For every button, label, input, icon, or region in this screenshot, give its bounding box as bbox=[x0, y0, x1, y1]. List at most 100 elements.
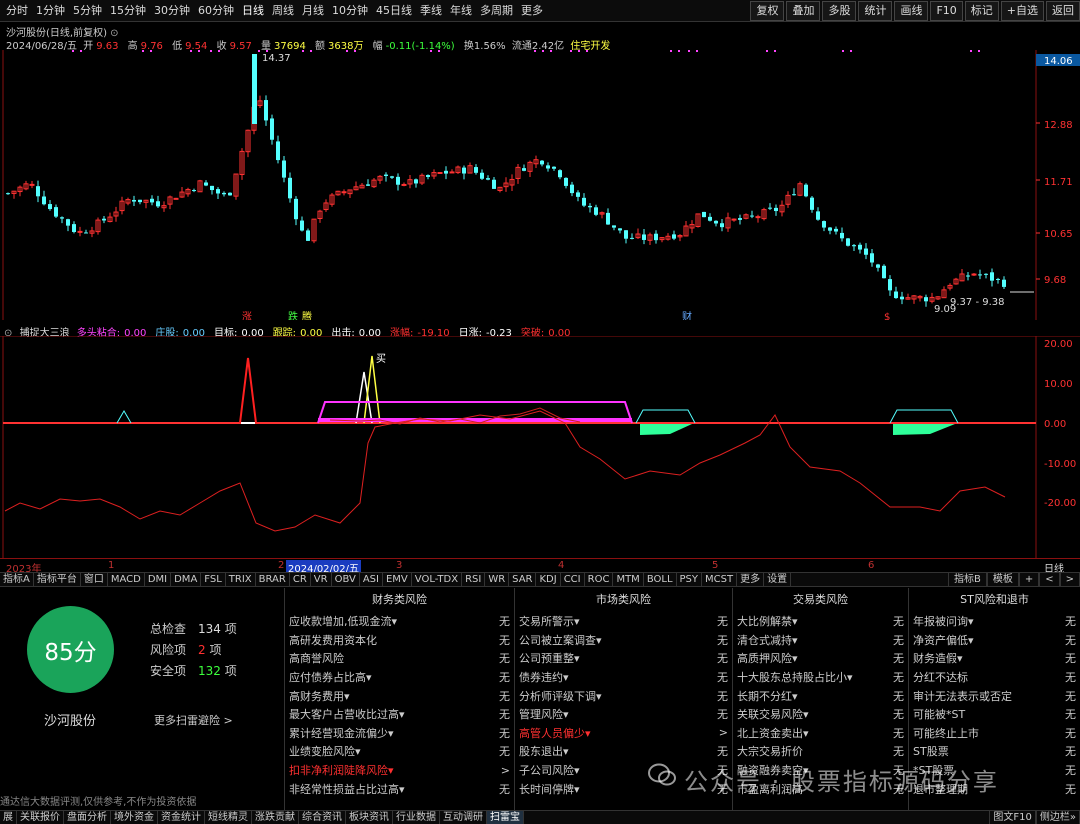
indicator-tab[interactable]: ASI bbox=[360, 573, 383, 586]
indicator-tab[interactable]: 窗口 bbox=[81, 573, 108, 586]
risk-item[interactable]: 交易所警示▾ 无 bbox=[515, 612, 732, 631]
period-tab[interactable]: 周线 bbox=[268, 0, 298, 22]
indicator-tab-right[interactable]: < bbox=[1039, 573, 1060, 586]
bottom-right-tab[interactable]: 侧边栏» bbox=[1035, 811, 1080, 824]
indicator-tab[interactable]: SAR bbox=[509, 573, 537, 586]
toolbar-button[interactable]: +自选 bbox=[1000, 0, 1044, 21]
indicator-tab[interactable]: MCST bbox=[702, 573, 738, 586]
indicator-tab[interactable]: CCI bbox=[561, 573, 585, 586]
risk-item[interactable]: 高管人员偏少▾ > bbox=[515, 724, 732, 743]
risk-item[interactable]: 非经常性损益占比过高▾ 无 bbox=[285, 779, 514, 798]
toolbar-button[interactable]: 复权 bbox=[750, 0, 785, 21]
risk-item[interactable]: 北上资金卖出▾ 无 bbox=[733, 724, 908, 743]
bottom-tab[interactable]: 关联报价 bbox=[17, 811, 64, 824]
indicator-tab[interactable]: FSL bbox=[201, 573, 226, 586]
indicator-tab[interactable]: DMI bbox=[145, 573, 172, 586]
indicator-tab[interactable]: DMA bbox=[171, 573, 202, 586]
indicator-tab-right[interactable]: 模板 bbox=[986, 573, 1019, 586]
risk-item[interactable]: 累计经营现金流偏少▾ 无 bbox=[285, 724, 514, 743]
bottom-tab[interactable]: 展 bbox=[0, 811, 17, 824]
risk-item[interactable]: 大宗交易折价 无 bbox=[733, 742, 908, 761]
indicator-tab[interactable]: VOL-TDX bbox=[412, 573, 463, 586]
bottom-tab[interactable]: 境外资金 bbox=[111, 811, 158, 824]
indicator-tab[interactable]: MACD bbox=[108, 573, 145, 586]
risk-item[interactable]: 可能被*ST 无 bbox=[909, 705, 1080, 724]
risk-item[interactable]: 年报被问询▾ 无 bbox=[909, 612, 1080, 631]
period-tab[interactable]: 季线 bbox=[416, 0, 446, 22]
risk-item[interactable]: 大比例解禁▾ 无 bbox=[733, 612, 908, 631]
bottom-tab[interactable]: 扫雷宝 bbox=[487, 811, 524, 824]
bottom-tab[interactable]: 综合资讯 bbox=[299, 811, 346, 824]
risk-item[interactable]: 分红不达标 无 bbox=[909, 668, 1080, 687]
period-tab[interactable]: 多周期 bbox=[476, 0, 517, 22]
bottom-tab[interactable]: 行业数据 bbox=[393, 811, 440, 824]
indicator-tab[interactable]: OBV bbox=[332, 573, 360, 586]
bottom-tab[interactable]: 涨跌贡献 bbox=[252, 811, 299, 824]
risk-item[interactable]: 扣非净利润陡降风险▾ > bbox=[285, 761, 514, 780]
indicator-tab-right[interactable]: > bbox=[1059, 573, 1080, 586]
bottom-right-tab[interactable]: 图文F10 bbox=[989, 811, 1036, 824]
indicator-tab[interactable]: 更多 bbox=[737, 573, 765, 586]
period-tab[interactable]: 月线 bbox=[298, 0, 328, 22]
toolbar-button[interactable]: 标记 bbox=[964, 0, 999, 21]
period-tab[interactable]: 1分钟 bbox=[32, 0, 69, 22]
price-candlestick-chart[interactable]: 14.06 12.88 11.71 10.65 9.68 14.37 9.09 … bbox=[0, 50, 1080, 320]
period-tab[interactable]: 60分钟 bbox=[194, 0, 238, 22]
risk-item[interactable]: 最大客户占营收比过高▾ 无 bbox=[285, 705, 514, 724]
toolbar-button[interactable]: 统计 bbox=[858, 0, 893, 21]
toolbar-button[interactable]: 画线 bbox=[894, 0, 929, 21]
risk-item[interactable]: 高质押风险▾ 无 bbox=[733, 649, 908, 668]
risk-item[interactable]: 高商誉风险 无 bbox=[285, 649, 514, 668]
risk-item[interactable]: 审计无法表示或否定 无 bbox=[909, 686, 1080, 705]
risk-item[interactable]: 管理风险▾ 无 bbox=[515, 705, 732, 724]
risk-item[interactable]: 公司预重整▾ 无 bbox=[515, 649, 732, 668]
period-tab[interactable]: 分时 bbox=[2, 0, 32, 22]
risk-item[interactable]: 高研发费用资本化 无 bbox=[285, 631, 514, 650]
risk-item[interactable]: 债券违约▾ 无 bbox=[515, 668, 732, 687]
indicator-tab[interactable]: VR bbox=[311, 573, 332, 586]
period-tab[interactable]: 10分钟 bbox=[328, 0, 372, 22]
indicator-tab[interactable]: KDJ bbox=[536, 573, 561, 586]
period-tab[interactable]: 日线 bbox=[238, 0, 268, 22]
period-tab[interactable]: 30分钟 bbox=[150, 0, 194, 22]
indicator-tab[interactable]: 指标A bbox=[0, 573, 34, 586]
risk-item[interactable]: 十大股东总持股占比小▾ 无 bbox=[733, 668, 908, 687]
period-tab[interactable]: 15分钟 bbox=[106, 0, 150, 22]
indicator-tab[interactable]: EMV bbox=[383, 573, 412, 586]
indicator-tab[interactable]: MTM bbox=[613, 573, 644, 586]
bottom-tab[interactable]: 资金统计 bbox=[158, 811, 205, 824]
more-scan-link[interactable]: 更多扫雷避险 > bbox=[154, 712, 233, 728]
toolbar-button[interactable]: 叠加 bbox=[786, 0, 821, 21]
indicator-tab[interactable]: PSY bbox=[677, 573, 703, 586]
toolbar-button[interactable]: 返回 bbox=[1046, 0, 1080, 21]
indicator-chart[interactable]: 20.00 10.00 0.00 -10.00 -20.00 买 bbox=[0, 336, 1080, 558]
period-tab[interactable]: 45日线 bbox=[372, 0, 416, 22]
risk-item[interactable]: 清仓式减持▾ 无 bbox=[733, 631, 908, 650]
risk-item[interactable]: 应收款增加,低现金流▾ 无 bbox=[285, 612, 514, 631]
risk-item[interactable]: 长期不分红▾ 无 bbox=[733, 686, 908, 705]
risk-item[interactable]: 可能终止上市 无 bbox=[909, 724, 1080, 743]
indicator-tab-right[interactable]: 指标B bbox=[947, 573, 987, 586]
risk-item[interactable]: 净资产偏低▾ 无 bbox=[909, 631, 1080, 650]
toolbar-button[interactable]: F10 bbox=[930, 0, 963, 21]
toolbar-button[interactable]: 多股 bbox=[822, 0, 857, 21]
risk-item[interactable]: ST股票 无 bbox=[909, 742, 1080, 761]
bottom-tab[interactable]: 板块资讯 bbox=[346, 811, 393, 824]
indicator-tab[interactable]: RSI bbox=[462, 573, 486, 586]
indicator-tab[interactable]: CR bbox=[290, 573, 311, 586]
risk-item[interactable]: 业绩变脸风险▾ 无 bbox=[285, 742, 514, 761]
risk-item[interactable]: 股东退出▾ 无 bbox=[515, 742, 732, 761]
indicator-tab[interactable]: ROC bbox=[585, 573, 614, 586]
risk-item[interactable]: 关联交易风险▾ 无 bbox=[733, 705, 908, 724]
risk-item[interactable]: 公司被立案调查▾ 无 bbox=[515, 631, 732, 650]
period-tab[interactable]: 更多 bbox=[517, 0, 547, 22]
bottom-tab[interactable]: 盘面分析 bbox=[64, 811, 111, 824]
indicator-tab[interactable]: TRIX bbox=[226, 573, 256, 586]
indicator-tab[interactable]: 指标平台 bbox=[34, 573, 81, 586]
indicator-tab[interactable]: BRAR bbox=[256, 573, 290, 586]
risk-item[interactable]: 分析师评级下调▾ 无 bbox=[515, 686, 732, 705]
period-tab[interactable]: 5分钟 bbox=[69, 0, 106, 22]
bottom-tab[interactable]: 互动调研 bbox=[440, 811, 487, 824]
risk-item[interactable]: 高财务费用▾ 无 bbox=[285, 686, 514, 705]
risk-item[interactable]: 财务造假▾ 无 bbox=[909, 649, 1080, 668]
